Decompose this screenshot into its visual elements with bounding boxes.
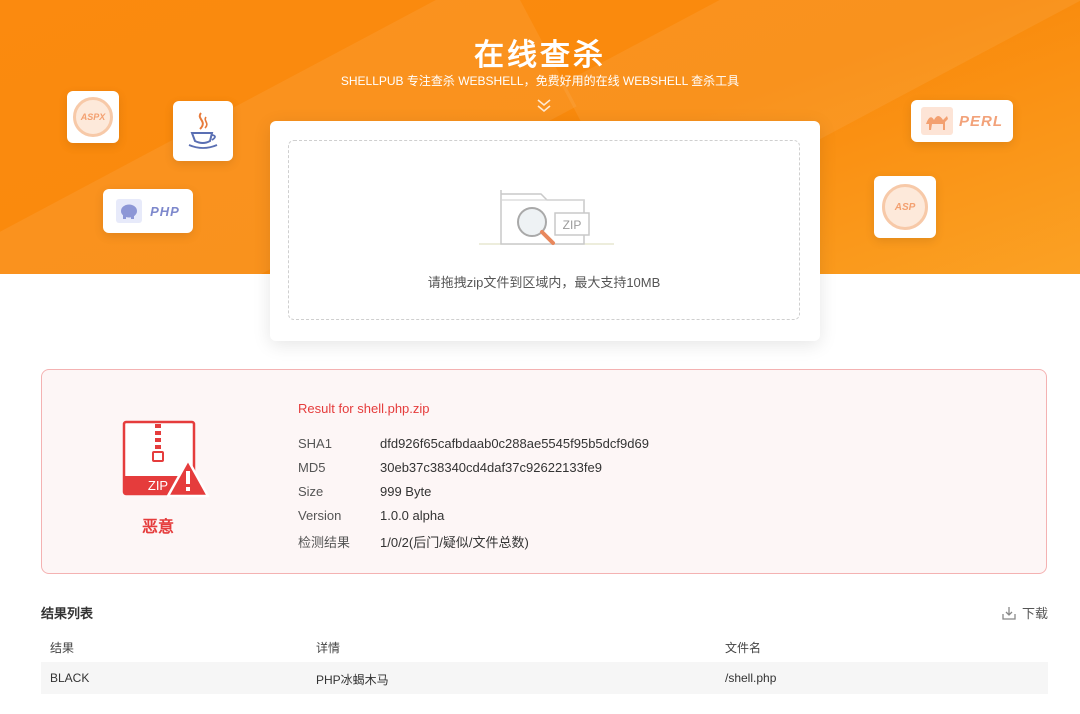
version-label: Version — [298, 508, 342, 523]
result-title: Result for shell.php.zip — [298, 401, 430, 416]
folder-search-icon: ZIP — [479, 190, 614, 245]
drop-hint-text: 请拖拽zip文件到区域内，最大支持10MB — [427, 275, 661, 290]
table-header: 结果 详情 文件名 — [41, 632, 1048, 662]
md5-label: MD5 — [298, 460, 326, 475]
detection-label: 检测结果 — [298, 535, 351, 550]
column-header-result: 结果 — [50, 641, 75, 655]
column-header-filename: 文件名 — [725, 641, 762, 655]
download-icon — [1002, 606, 1016, 620]
page-subtitle: SHELLPUB 专注查杀 WEBSHELL，免费好用的在线 WEBSHELL … — [340, 74, 740, 88]
md5-value: 30eb37c38340cd4daf37c92622133fe9 — [380, 460, 602, 475]
size-label: Size — [298, 484, 324, 499]
sha1-label: SHA1 — [298, 436, 332, 451]
verdict-label: 恶意 — [142, 519, 175, 536]
table-row[interactable]: BLACK PHP冰蝎木马 /shell.php — [41, 662, 1048, 694]
php-label: PHP — [150, 203, 180, 219]
upload-card: ZIP 请拖拽zip文件到区域内，最大支持10MB — [270, 121, 820, 341]
file-dropzone[interactable]: ZIP 请拖拽zip文件到区域内，最大支持10MB — [288, 140, 800, 320]
perl-label: PERL — [958, 112, 1003, 130]
page-title: 在线查杀 — [474, 39, 606, 72]
malicious-zip-icon: ZIP — [122, 420, 210, 498]
zip-tag-label: ZIP — [563, 218, 582, 232]
aspx-language-tile: ASPX — [67, 91, 119, 143]
version-value: 1.0.0 alpha — [380, 508, 445, 523]
detection-value: 1/0/2(后门/疑似/文件总数) — [380, 535, 529, 550]
results-table: 结果 详情 文件名 BLACK PHP冰蝎木马 /shell.php — [41, 632, 1048, 694]
column-header-detail: 详情 — [316, 641, 341, 655]
download-label: 下载 — [1021, 606, 1048, 621]
aspx-badge-icon: ASPX — [73, 97, 113, 137]
java-cup-icon — [188, 112, 218, 149]
size-value: 999 Byte — [380, 484, 432, 499]
chevron-down-icon — [537, 99, 551, 113]
results-list-title: 结果列表 — [41, 606, 94, 621]
scan-result-card: ZIP 恶意 Result for shell.php.zip SHA1 dfd… — [41, 369, 1047, 574]
asp-language-tile: ASP — [874, 176, 936, 238]
cell-filename: /shell.php — [725, 671, 777, 685]
php-elephant-icon — [116, 199, 143, 223]
php-language-tile: PHP — [103, 189, 193, 233]
download-button[interactable]: 下载 — [1002, 603, 1048, 622]
cell-detail: PHP冰蝎木马 — [316, 673, 389, 687]
java-language-tile — [173, 101, 233, 161]
asp-badge-icon: ASP — [882, 184, 928, 230]
sha1-value: dfd926f65cafbdaab0c288ae5545f95b5dcf9d69 — [380, 436, 649, 451]
perl-language-tile: PERL — [911, 100, 1013, 142]
camel-icon — [920, 107, 953, 135]
zip-badge-label: ZIP — [148, 478, 168, 493]
cell-result: BLACK — [50, 671, 90, 685]
